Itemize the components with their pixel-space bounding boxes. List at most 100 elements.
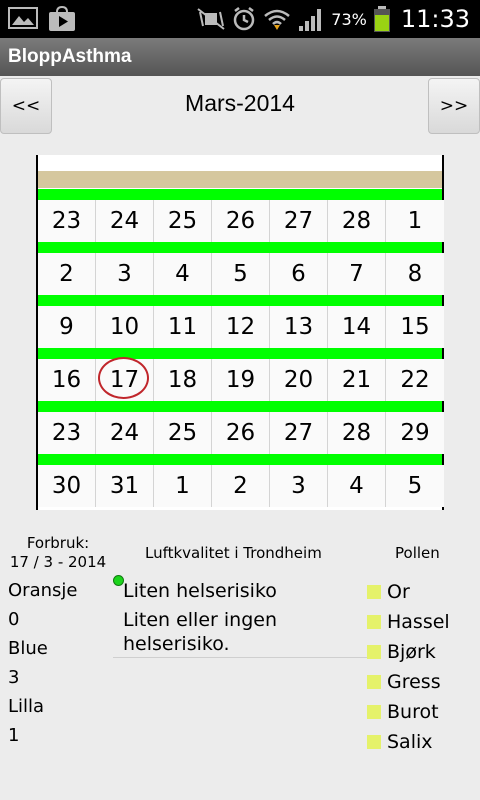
gallery-icon xyxy=(8,7,38,29)
silent-mode-icon xyxy=(197,8,225,30)
usage-title: Forbruk: 17 / 3 - 2014 xyxy=(0,534,116,572)
alarm-icon xyxy=(234,7,255,31)
calendar-day[interactable]: 22 xyxy=(386,359,444,401)
week-status-bar xyxy=(38,189,442,200)
month-title: Mars-2014 xyxy=(185,90,295,116)
calendar-day[interactable]: 30 xyxy=(38,465,96,507)
pollen-level-swatch xyxy=(367,645,381,659)
calendar-day[interactable]: 25 xyxy=(154,200,212,242)
pollen-level-swatch xyxy=(367,675,381,689)
air-quality-level: Liten helserisiko xyxy=(123,580,277,602)
calendar-day[interactable]: 24 xyxy=(96,200,154,242)
week-status-bar xyxy=(38,295,442,306)
calendar-week-row: 30 31 1 2 3 4 5 xyxy=(38,454,444,507)
calendar-day[interactable]: 8 xyxy=(386,253,444,295)
week-status-bar xyxy=(38,242,442,253)
pollen-item[interactable]: Or xyxy=(367,581,410,603)
calendar-day[interactable]: 11 xyxy=(154,306,212,348)
pollen-item[interactable]: Gress xyxy=(367,671,441,693)
pollen-label: Bjørk xyxy=(387,641,436,663)
pollen-title: Pollen xyxy=(395,544,440,562)
usage-title-label: Forbruk: xyxy=(26,534,90,552)
calendar-day[interactable]: 16 xyxy=(38,359,96,401)
air-quality-divider xyxy=(113,657,371,658)
pollen-label: Gress xyxy=(387,671,441,693)
signal-icon xyxy=(299,9,322,31)
calendar-day[interactable]: 7 xyxy=(328,253,386,295)
today-day-label: 17 xyxy=(109,367,140,393)
week-status-bar xyxy=(38,454,442,465)
calendar-day[interactable]: 26 xyxy=(212,200,270,242)
pollen-label: Or xyxy=(387,581,410,603)
calendar-day[interactable]: 15 xyxy=(386,306,444,348)
calendar-day[interactable]: 23 xyxy=(38,412,96,454)
usage-value-blue: 3 xyxy=(8,667,20,688)
calendar-day[interactable]: 12 xyxy=(212,306,270,348)
calendar-day[interactable]: 3 xyxy=(96,253,154,295)
title-bar: BloppAsthma xyxy=(0,38,480,76)
calendar-day[interactable]: 25 xyxy=(154,412,212,454)
usage-value-purple: 1 xyxy=(8,725,20,746)
clock: 11:33 xyxy=(400,5,470,33)
usage-name-orange: Oransje xyxy=(8,580,78,601)
calendar-day[interactable]: 5 xyxy=(386,465,444,507)
usage-value-orange: 0 xyxy=(8,609,20,630)
app-title: BloppAsthma xyxy=(8,46,132,67)
calendar-day[interactable]: 6 xyxy=(270,253,328,295)
calendar-day[interactable]: 27 xyxy=(270,200,328,242)
pollen-level-swatch xyxy=(367,735,381,749)
calendar-day[interactable]: 5 xyxy=(212,253,270,295)
next-month-button[interactable]: >> xyxy=(428,78,480,134)
wifi-icon xyxy=(264,9,291,30)
calendar-week-row: 23 24 25 26 27 28 1 xyxy=(38,189,444,242)
week-status-bar xyxy=(38,401,442,412)
calendar-day[interactable]: 4 xyxy=(154,253,212,295)
calendar-day[interactable]: 24 xyxy=(96,412,154,454)
calendar-day[interactable]: 28 xyxy=(328,412,386,454)
calendar-day[interactable]: 1 xyxy=(154,465,212,507)
pollen-level-swatch xyxy=(367,705,381,719)
calendar-day[interactable]: 27 xyxy=(270,412,328,454)
calendar-week-row: 2345678 xyxy=(38,242,444,295)
calendar-grid: 23 24 25 26 27 28 1 2 3 4 5 6 7 8 9 10 11 12 13 14 15 16 17 18 1… xyxy=(36,155,444,510)
usage-name-purple: Lilla xyxy=(8,696,45,717)
air-quality-title: Luftkvalitet i Trondheim xyxy=(145,544,322,562)
calendar-day[interactable]: 1 xyxy=(386,200,444,242)
calendar-day[interactable]: 26 xyxy=(212,412,270,454)
calendar-day[interactable]: 2 xyxy=(212,465,270,507)
calendar-day[interactable]: 9 xyxy=(38,306,96,348)
calendar-header-band xyxy=(38,171,442,188)
pollen-label: Burot xyxy=(387,701,439,723)
pollen-item[interactable]: Salix xyxy=(367,731,433,753)
air-quality-description: Liten eller ingen helserisiko. xyxy=(123,609,277,655)
calendar-day[interactable]: 18 xyxy=(154,359,212,401)
usage-name-blue: Blue xyxy=(8,638,48,659)
calendar-day[interactable]: 10 xyxy=(96,306,154,348)
calendar-day[interactable]: 19 xyxy=(212,359,270,401)
calendar-day[interactable]: 31 xyxy=(96,465,154,507)
calendar-day[interactable]: 21 xyxy=(328,359,386,401)
calendar-day[interactable]: 28 xyxy=(328,200,386,242)
usage-date: 17 / 3 - 2014 xyxy=(9,553,107,571)
calendar-day[interactable]: 23 xyxy=(38,200,96,242)
battery-percentage: 73% xyxy=(331,9,367,29)
pollen-level-swatch xyxy=(367,615,381,629)
pollen-item[interactable]: Hassel xyxy=(367,611,450,633)
calendar-day[interactable]: 13 xyxy=(270,306,328,348)
calendar-week-row: 9 10 11 12 13 14 15 xyxy=(38,295,444,348)
calendar-week-row: 23 24 25 26 27 28 29 xyxy=(38,401,444,454)
calendar-day[interactable]: 29 xyxy=(386,412,444,454)
pollen-item[interactable]: Bjørk xyxy=(367,641,436,663)
pollen-item[interactable]: Burot xyxy=(367,701,439,723)
calendar-day[interactable]: 17 xyxy=(96,357,154,401)
pollen-label: Hassel xyxy=(387,611,450,633)
calendar-day[interactable]: 3 xyxy=(270,465,328,507)
calendar-day[interactable]: 2 xyxy=(38,253,96,295)
calendar-day[interactable]: 14 xyxy=(328,306,386,348)
play-store-icon xyxy=(49,6,75,31)
calendar-week-row: 16 17 18 19 20 21 22 xyxy=(38,348,444,401)
pollen-level-swatch xyxy=(367,585,381,599)
calendar-day[interactable]: 20 xyxy=(270,359,328,401)
calendar-day[interactable]: 4 xyxy=(328,465,386,507)
status-bar: 73% 11:33 xyxy=(0,0,480,38)
